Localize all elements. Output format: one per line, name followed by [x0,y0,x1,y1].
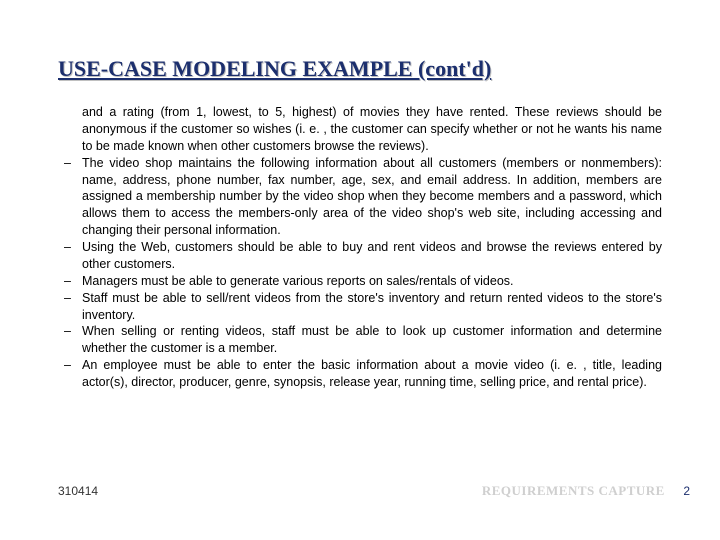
list-item: –An employee must be able to enter the b… [58,357,662,391]
dash-icon: – [64,357,71,374]
bullet-text: Managers must be able to generate variou… [82,274,514,288]
slide-footer: 310414 REQUIREMENTS CAPTURE 2 [58,482,690,500]
list-item: –Using the Web, customers should be able… [58,239,662,273]
intro-paragraph: and a rating (from 1, lowest, to 5, high… [58,104,662,155]
bullet-text: When selling or renting videos, staff mu… [82,324,662,355]
slide-title: USE-CASE MODELING EXAMPLE (cont'd) [58,56,662,82]
bullet-text: Staff must be able to sell/rent videos f… [82,291,662,322]
footer-section-label: REQUIREMENTS CAPTURE [482,483,665,498]
slide: USE-CASE MODELING EXAMPLE (cont'd) and a… [0,0,720,540]
bullet-text: An employee must be able to enter the ba… [82,358,662,389]
bullet-text: The video shop maintains the following i… [82,156,662,238]
dash-icon: – [64,273,71,290]
list-item: –Managers must be able to generate vario… [58,273,662,290]
dash-icon: – [64,290,71,307]
list-item: –Staff must be able to sell/rent videos … [58,290,662,324]
page-number: 2 [683,484,690,498]
list-item: –The video shop maintains the following … [58,155,662,239]
slide-content: and a rating (from 1, lowest, to 5, high… [58,104,662,391]
bullet-list: –The video shop maintains the following … [58,155,662,391]
dash-icon: – [64,155,71,172]
dash-icon: – [64,239,71,256]
list-item: –When selling or renting videos, staff m… [58,323,662,357]
dash-icon: – [64,323,71,340]
bullet-text: Using the Web, customers should be able … [82,240,662,271]
footer-date: 310414 [58,484,98,498]
